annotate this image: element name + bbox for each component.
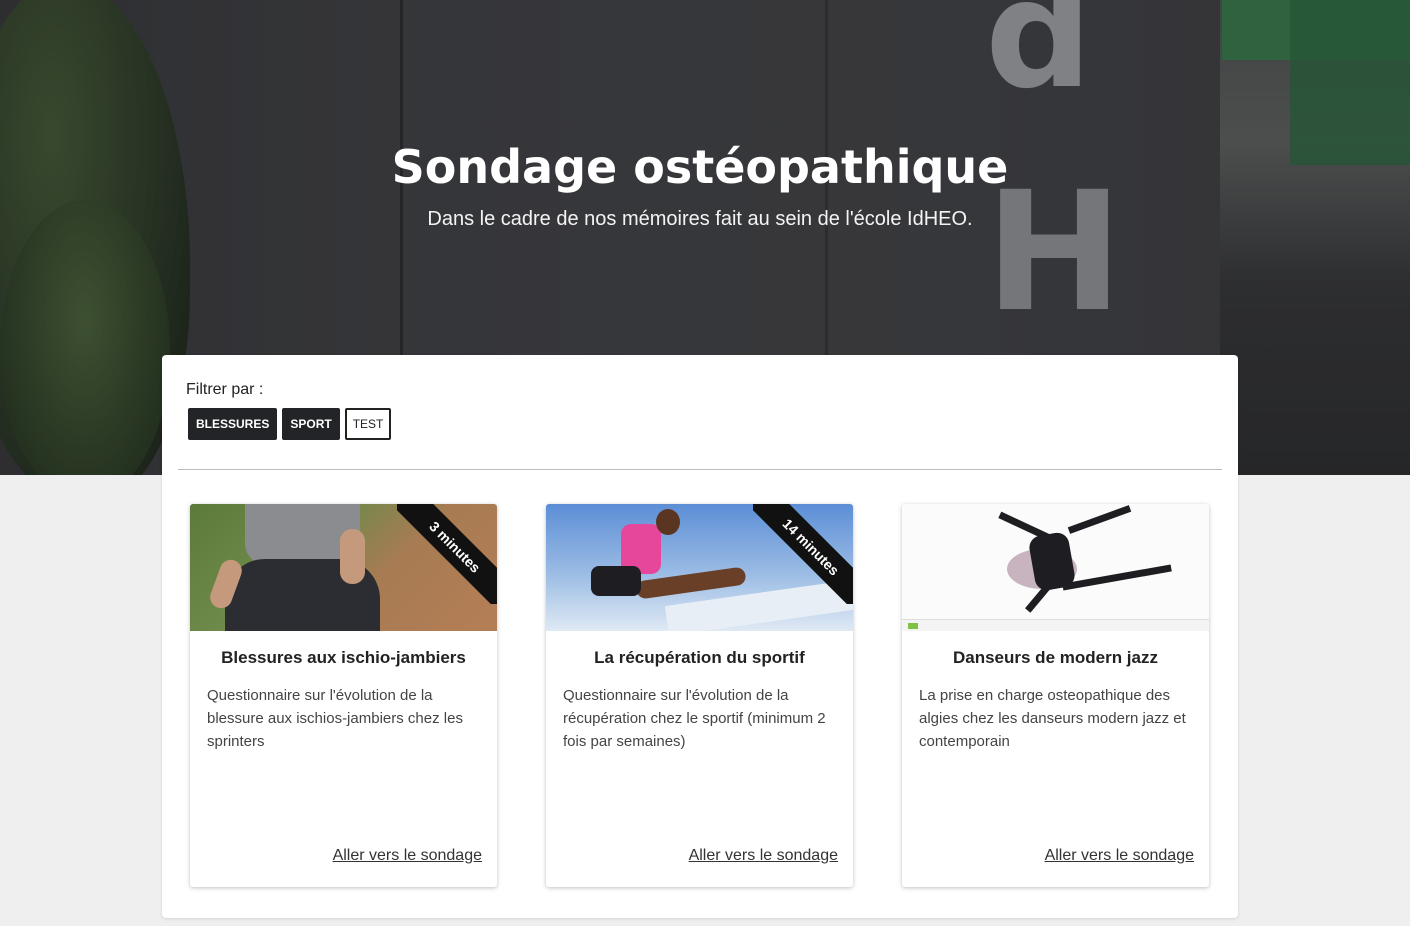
go-to-survey-link[interactable]: Aller vers le sondage — [1045, 847, 1194, 865]
survey-card-ischio: 3 minutes Blessures aux ischio-jambiers … — [190, 504, 497, 887]
image-shape — [656, 509, 680, 535]
card-image-athlete-stretch: 14 minutes — [546, 504, 853, 631]
filter-tag-test[interactable]: TEST — [344, 408, 392, 440]
survey-card-jazz: Danseurs de modern jazz La prise en char… — [902, 504, 1209, 887]
image-shape — [1062, 564, 1172, 591]
image-shape — [591, 566, 641, 596]
image-shape — [1067, 505, 1132, 534]
card-description: La prise en charge osteopathique des alg… — [919, 687, 1186, 750]
card-image-runner: 3 minutes — [190, 504, 497, 631]
card-title: Blessures aux ischio-jambiers — [221, 648, 466, 667]
image-shape — [998, 511, 1056, 544]
card-description: Questionnaire sur l'évolution de la récu… — [563, 687, 826, 750]
filter-tag-blessures[interactable]: BLESSURES — [188, 408, 278, 440]
duration-label: 3 minutes — [397, 504, 497, 604]
card-title: La récupération du sportif — [594, 648, 805, 667]
go-to-survey-link[interactable]: Aller vers le sondage — [689, 847, 838, 865]
duration-ribbon: 3 minutes — [397, 504, 497, 604]
duration-label: 14 minutes — [753, 504, 853, 604]
filter-tags: BLESSURES SPORT TEST — [188, 408, 392, 440]
card-title: Danseurs de modern jazz — [952, 648, 1158, 667]
filter-label: Filtrer par : — [186, 381, 264, 398]
go-to-survey-link[interactable]: Aller vers le sondage — [333, 847, 482, 865]
survey-card-recuperation: 14 minutes La récupération du sportif Qu… — [546, 504, 853, 887]
image-watermark-strip — [902, 619, 1209, 631]
page-subtitle: Dans le cadre de nos mémoires fait au se… — [427, 208, 973, 230]
survey-panel: Filtrer par : BLESSURES SPORT TEST 3 min… — [162, 355, 1238, 918]
card-description: Questionnaire sur l'évolution de la bles… — [207, 687, 463, 750]
divider — [178, 469, 1222, 470]
image-shape — [340, 529, 365, 584]
duration-ribbon: 14 minutes — [753, 504, 853, 604]
page-title: Sondage ostéopathique — [391, 140, 1009, 194]
filter-tag-sport[interactable]: SPORT — [282, 408, 340, 440]
card-image-dancer — [902, 504, 1209, 631]
